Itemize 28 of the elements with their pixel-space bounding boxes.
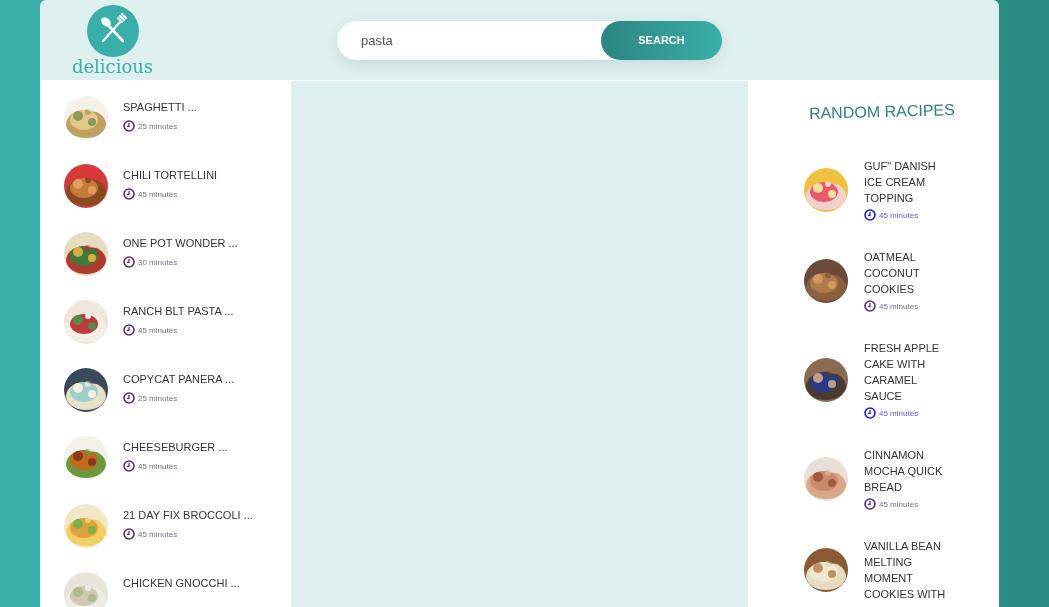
recipe-title[interactable]: COPYCAT PANERA ...: [123, 372, 235, 386]
cook-time: 45 minutes: [138, 189, 178, 199]
recipe-title[interactable]: CHICKEN GNOCCHI ...: [123, 576, 240, 590]
section-heading: RANDOM RACIPES: [808, 101, 955, 123]
cook-time: 45 minutes: [138, 529, 178, 539]
recipe-title[interactable]: RANCH BLT PASTA ...: [123, 304, 234, 318]
cook-time: 25 minutes: [138, 393, 178, 403]
recipe-title[interactable]: CHILI TORTELLINI: [123, 168, 218, 182]
recipe-title[interactable]: GUF" DANISH ICE CREAM TOPPING: [864, 158, 946, 206]
recipe-title[interactable]: CINNAMON MOCHA QUICK BREAD: [864, 447, 946, 495]
recipe-title[interactable]: CHEESEBURGER ...: [123, 440, 228, 454]
cook-time: 45 minutes: [879, 408, 919, 418]
recipe-title[interactable]: SPAGHETTI ...: [123, 100, 197, 114]
cook-time: 45 minutes: [138, 461, 178, 471]
cook-time: 45 minutes: [879, 301, 919, 311]
recipe-title[interactable]: 21 DAY FIX BROCCOLI ...: [123, 508, 253, 522]
recipe-title[interactable]: VANILLA BEAN MELTING MOMENT COOKIES WITH: [864, 538, 946, 602]
cook-time: 45 minutes: [879, 210, 919, 220]
recipe-title[interactable]: OATMEAL COCONUT COOKIES: [864, 249, 946, 297]
search-field[interactable]: pasta SEARCH: [337, 20, 722, 60]
cook-time: 45 minutes: [879, 499, 919, 509]
recipe-title[interactable]: ONE POT WONDER ...: [123, 236, 238, 250]
cook-time: 45 minutes: [138, 325, 178, 335]
recipe-title[interactable]: FRESH APPLE CAKE WITH CARAMEL SAUCE: [864, 340, 946, 404]
fork-spoon-icon: [86, 5, 139, 57]
cook-time: 30 minutes: [138, 257, 178, 267]
logo-text: delicious: [71, 57, 154, 77]
cook-time: 25 minutes: [138, 121, 178, 131]
